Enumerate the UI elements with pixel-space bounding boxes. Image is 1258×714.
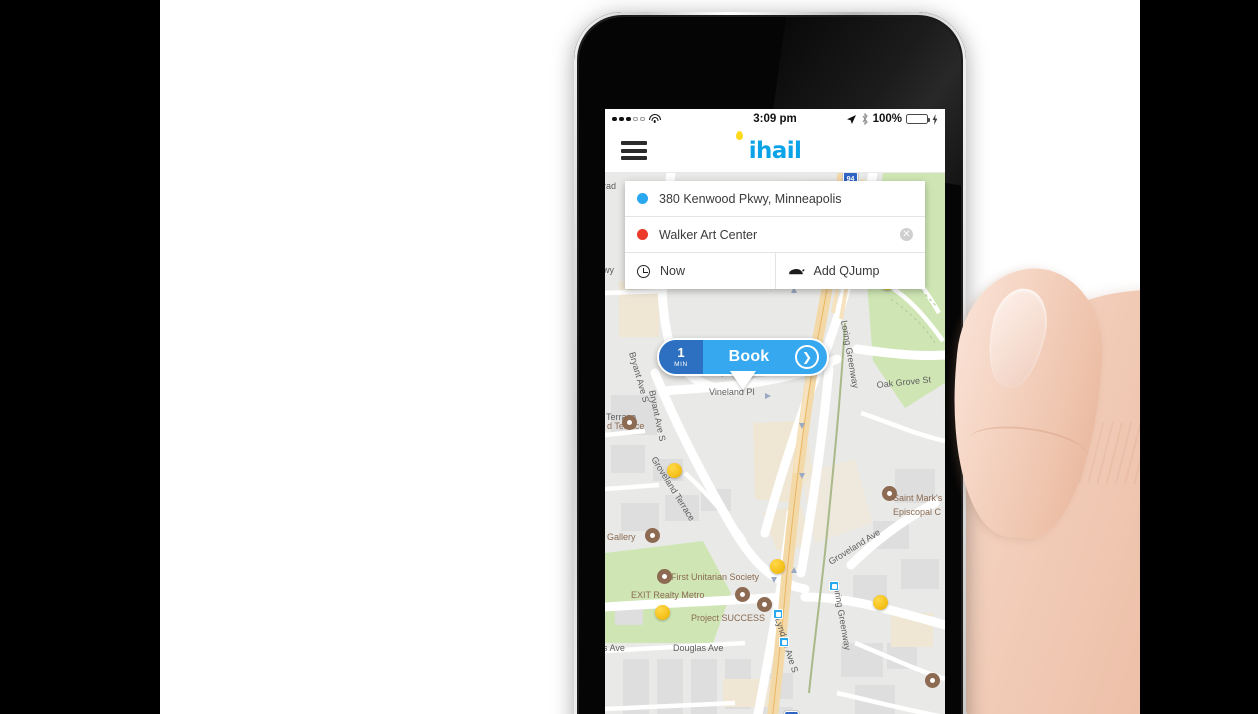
app-logo: ihail — [605, 130, 945, 164]
destination-address-label: Walker Art Center — [659, 227, 758, 242]
thumbnail — [980, 283, 1054, 393]
map-view[interactable]: rad wy Bryant Ave S Bryant Ave S Vinelan… — [605, 173, 945, 714]
map-label: rad — [605, 181, 616, 191]
book-button-pointer — [730, 371, 756, 390]
pickup-time-option[interactable]: Now — [625, 253, 775, 289]
map-poi-label: First Unitarian Society — [671, 572, 760, 582]
poi-marker[interactable] — [925, 673, 940, 688]
palm — [960, 290, 1140, 714]
logo-pin-icon — [735, 130, 743, 140]
middle-finger — [160, 51, 308, 177]
phone-device: 3:09 pm 100% ihail ad wy Bryant Ave S Br… — [574, 12, 966, 714]
origin-dot-icon — [637, 193, 648, 204]
map-label: wy — [605, 265, 614, 275]
status-bar: 3:09 pm 100% — [605, 109, 945, 129]
chevron-right-circle-icon[interactable]: ❯ — [795, 345, 819, 369]
ring-finger — [160, 150, 292, 267]
car-icon — [788, 268, 805, 274]
trip-search-card: 380 Kenwood Pkwy, Minneapolis Walker Art… — [625, 181, 925, 289]
eta-value: 1 — [677, 345, 685, 361]
taxi-marker[interactable] — [667, 463, 682, 478]
charging-bolt-icon — [932, 113, 938, 125]
poi-marker[interactable] — [645, 528, 660, 543]
little-finger — [160, 256, 282, 350]
poi-marker[interactable] — [735, 587, 750, 602]
index-finger — [160, 0, 282, 91]
card-options-row: Now Add QJump — [625, 253, 925, 289]
location-arrow-icon — [846, 114, 856, 124]
map-poi-label: Project SUCCESS — [691, 613, 765, 623]
map-label: Douglas Ave — [673, 643, 723, 653]
poi-marker[interactable] — [657, 569, 672, 584]
taxi-marker[interactable] — [770, 559, 785, 574]
map-poi-label: Gallery — [607, 532, 636, 542]
thumb — [941, 262, 1110, 544]
add-qjump-label: Add QJump — [813, 264, 880, 278]
white-stage: 3:09 pm 100% ihail ad wy Bryant Ave S Br… — [160, 0, 1140, 714]
bus-stop-icon[interactable] — [773, 609, 783, 619]
battery-percent-label: 100% — [872, 113, 902, 125]
taxi-marker[interactable] — [655, 605, 670, 620]
eta-unit: MIN — [674, 360, 688, 368]
app-logo-text: ihail — [748, 137, 802, 164]
map-poi-label: Episcopal C — [893, 507, 942, 517]
thumb-crease — [965, 419, 1091, 477]
map-poi-label: EXIT Realty Metro — [631, 590, 704, 600]
phone-bezel: 3:09 pm 100% ihail ad wy Bryant Ave S Br… — [579, 17, 961, 714]
bus-stop-icon[interactable] — [779, 637, 789, 647]
taxi-marker[interactable] — [873, 595, 888, 610]
pickup-time-label: Now — [660, 264, 686, 278]
map-poi-label: Saint Mark's — [893, 493, 943, 503]
bus-stop-icon[interactable] — [829, 581, 839, 591]
poi-marker[interactable] — [757, 597, 772, 612]
origin-row[interactable]: 380 Kenwood Pkwy, Minneapolis — [625, 181, 925, 217]
eta-badge: 1 MIN — [659, 340, 703, 374]
poi-marker[interactable] — [622, 415, 637, 430]
clear-x-icon[interactable]: ✕ — [900, 228, 913, 241]
clock-icon — [637, 264, 650, 278]
bluetooth-icon — [862, 113, 868, 125]
status-bar-right: 100% — [846, 113, 938, 125]
page-root: 3:09 pm 100% ihail ad wy Bryant Ave S Br… — [0, 0, 1258, 714]
origin-address-label: 380 Kenwood Pkwy, Minneapolis — [659, 191, 842, 206]
book-button-label: Book — [728, 348, 770, 365]
destination-row[interactable]: Walker Art Center ✕ — [625, 217, 925, 253]
map-label: s Ave — [605, 643, 625, 653]
app-nav-bar: ihail — [605, 129, 945, 173]
phone-screen: 3:09 pm 100% ihail ad wy Bryant Ave S Br… — [605, 109, 945, 714]
book-button-wrapper: 1 MIN Book ❯ — [657, 338, 829, 390]
battery-icon — [906, 114, 930, 124]
poi-marker[interactable] — [882, 486, 897, 501]
destination-dot-icon — [637, 229, 648, 240]
add-qjump-option[interactable]: Add QJump — [774, 253, 926, 289]
